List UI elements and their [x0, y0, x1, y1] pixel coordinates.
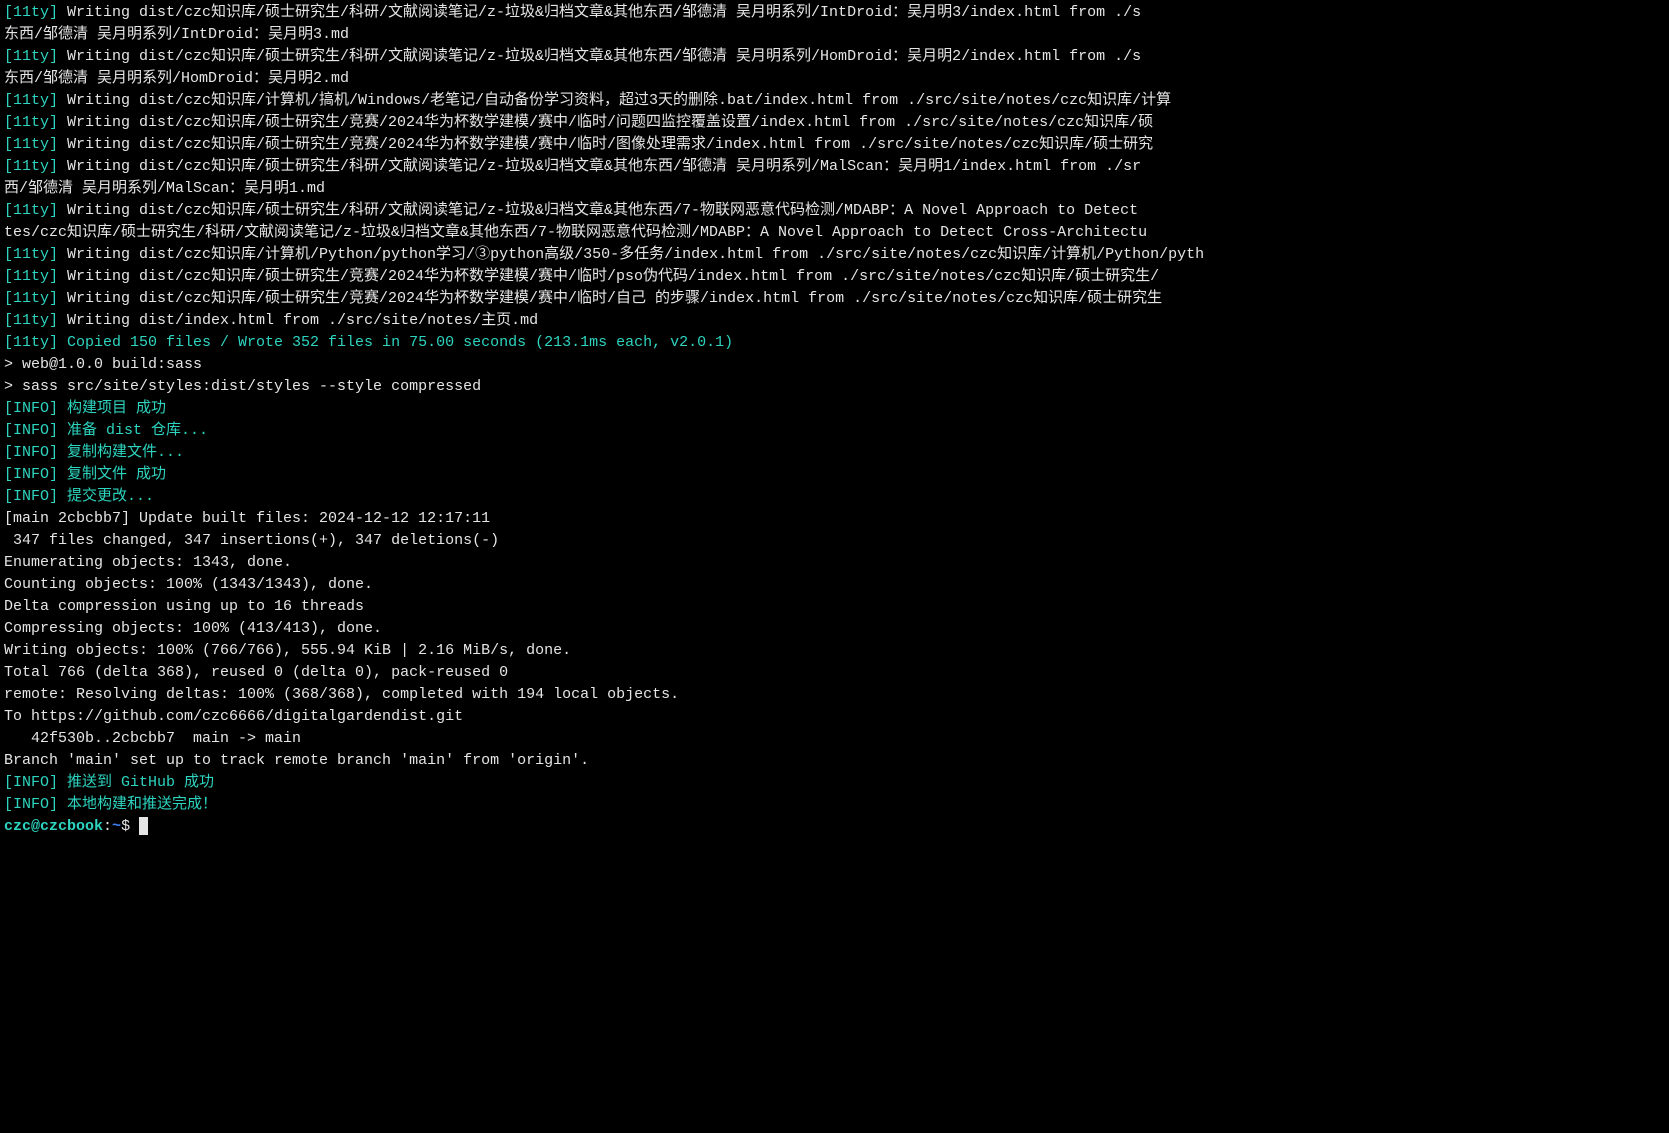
- terminal-segment: tes/czc知识库/硕士研究生/科研/文献阅读笔记/z-垃圾&归档文章&其他东…: [4, 224, 1147, 241]
- terminal-segment: [INFO] 提交更改...: [4, 488, 154, 505]
- terminal-line: Counting objects: 100% (1343/1343), done…: [4, 574, 1665, 596]
- terminal-segment: Compressing objects: 100% (413/413), don…: [4, 620, 382, 637]
- terminal-segment: [11ty]: [4, 268, 67, 285]
- terminal-segment: [11ty]: [4, 202, 67, 219]
- terminal-line: 347 files changed, 347 insertions(+), 34…: [4, 530, 1665, 552]
- terminal-line: [INFO] 复制文件 成功: [4, 464, 1665, 486]
- terminal-line: [INFO] 推送到 GitHub 成功: [4, 772, 1665, 794]
- terminal-segment: > web@1.0.0 build:sass: [4, 356, 202, 373]
- terminal-line: 42f530b..2cbcbb7 main -> main: [4, 728, 1665, 750]
- prompt-user: czc@czcbook: [4, 818, 103, 835]
- terminal-line: [INFO] 构建项目 成功: [4, 398, 1665, 420]
- terminal-line: [11ty] Writing dist/czc知识库/硕士研究生/竞赛/2024…: [4, 134, 1665, 156]
- terminal-segment: [11ty]: [4, 4, 67, 21]
- terminal-output[interactable]: [11ty] Writing dist/czc知识库/硕士研究生/科研/文献阅读…: [0, 0, 1669, 1133]
- terminal-segment: Delta compression using up to 16 threads: [4, 598, 364, 615]
- terminal-segment: [INFO] 准备 dist 仓库...: [4, 422, 208, 439]
- terminal-segment: Writing dist/czc知识库/硕士研究生/竞赛/2024华为杯数学建模…: [67, 268, 1159, 285]
- terminal-line: [11ty] Writing dist/czc知识库/硕士研究生/竞赛/2024…: [4, 266, 1665, 288]
- terminal-segment: remote: Resolving deltas: 100% (368/368)…: [4, 686, 679, 703]
- terminal-segment: Writing dist/czc知识库/硕士研究生/竞赛/2024华为杯数学建模…: [67, 136, 1153, 153]
- terminal-line: > web@1.0.0 build:sass: [4, 354, 1665, 376]
- terminal-line: [11ty] Writing dist/czc知识库/硕士研究生/科研/文献阅读…: [4, 46, 1665, 68]
- terminal-line: remote: Resolving deltas: 100% (368/368)…: [4, 684, 1665, 706]
- terminal-segment: [INFO] 复制构建文件...: [4, 444, 184, 461]
- terminal-line: 东西/邹德清 吴月明系列/IntDroid：吴月明3.md: [4, 24, 1665, 46]
- terminal-line: 西/邹德清 吴月明系列/MalScan：吴月明1.md: [4, 178, 1665, 200]
- terminal-line: [11ty] Writing dist/czc知识库/计算机/Python/py…: [4, 244, 1665, 266]
- terminal-segment: Writing dist/czc知识库/硕士研究生/竞赛/2024华为杯数学建模…: [67, 290, 1162, 307]
- terminal-line: [11ty] Writing dist/czc知识库/硕士研究生/科研/文献阅读…: [4, 2, 1665, 24]
- terminal-segment: [11ty]: [4, 114, 67, 131]
- terminal-segment: [11ty]: [4, 136, 67, 153]
- terminal-segment: Writing dist/czc知识库/硕士研究生/科研/文献阅读笔记/z-垃圾…: [67, 202, 1147, 219]
- terminal-segment: 347 files changed, 347 insertions(+), 34…: [4, 532, 499, 549]
- terminal-line: 东西/邹德清 吴月明系列/HomDroid：吴月明2.md: [4, 68, 1665, 90]
- terminal-line: > sass src/site/styles:dist/styles --sty…: [4, 376, 1665, 398]
- terminal-segment: Writing dist/czc知识库/计算机/搞机/Windows/老笔记/自…: [67, 92, 1171, 109]
- terminal-segment: 东西/邹德清 吴月明系列/IntDroid：吴月明3.md: [4, 26, 349, 43]
- terminal-segment: [11ty]: [4, 92, 67, 109]
- terminal-segment: Writing dist/czc知识库/硕士研究生/科研/文献阅读笔记/z-垃圾…: [67, 158, 1141, 175]
- terminal-line: Total 766 (delta 368), reused 0 (delta 0…: [4, 662, 1665, 684]
- terminal-line: Enumerating objects: 1343, done.: [4, 552, 1665, 574]
- terminal-line: [11ty] Writing dist/czc知识库/硕士研究生/科研/文献阅读…: [4, 156, 1665, 178]
- terminal-segment: [INFO] 构建项目 成功: [4, 400, 166, 417]
- terminal-segment: Writing objects: 100% (766/766), 555.94 …: [4, 642, 571, 659]
- terminal-segment: Enumerating objects: 1343, done.: [4, 554, 292, 571]
- terminal-line: [INFO] 准备 dist 仓库...: [4, 420, 1665, 442]
- terminal-segment: 42f530b..2cbcbb7 main -> main: [4, 730, 301, 747]
- terminal-segment: [11ty]: [4, 246, 67, 263]
- terminal-line: [11ty] Writing dist/czc知识库/硕士研究生/科研/文献阅读…: [4, 200, 1665, 222]
- terminal-line: tes/czc知识库/硕士研究生/科研/文献阅读笔记/z-垃圾&归档文章&其他东…: [4, 222, 1665, 244]
- terminal-segment: [INFO] 推送到 GitHub 成功: [4, 774, 214, 791]
- terminal-segment: [11ty]: [4, 290, 67, 307]
- terminal-segment: Writing dist/index.html from ./src/site/…: [67, 312, 538, 329]
- terminal-line: Compressing objects: 100% (413/413), don…: [4, 618, 1665, 640]
- terminal-line: Branch 'main' set up to track remote bra…: [4, 750, 1665, 772]
- terminal-segment: To https://github.com/czc6666/digitalgar…: [4, 708, 463, 725]
- prompt-line[interactable]: czc@czcbook:~$: [4, 816, 1665, 838]
- terminal-segment: [INFO] 本地构建和推送完成！: [4, 796, 217, 813]
- prompt-separator: :: [103, 818, 112, 835]
- terminal-segment: > sass src/site/styles:dist/styles --sty…: [4, 378, 481, 395]
- terminal-segment: Writing dist/czc知识库/计算机/Python/python学习/…: [67, 246, 1204, 263]
- terminal-line: [11ty] Writing dist/czc知识库/硕士研究生/竞赛/2024…: [4, 288, 1665, 310]
- terminal-segment: 东西/邹德清 吴月明系列/HomDroid：吴月明2.md: [4, 70, 349, 87]
- terminal-segment: Writing dist/czc知识库/硕士研究生/科研/文献阅读笔记/z-垃圾…: [67, 4, 1141, 21]
- terminal-segment: [INFO] 复制文件 成功: [4, 466, 166, 483]
- terminal-segment: [11ty]: [4, 312, 67, 329]
- terminal-line: [INFO] 本地构建和推送完成！: [4, 794, 1665, 816]
- terminal-segment: 西/邹德清 吴月明系列/MalScan：吴月明1.md: [4, 180, 325, 197]
- terminal-line: [11ty] Writing dist/index.html from ./sr…: [4, 310, 1665, 332]
- terminal-line: [INFO] 复制构建文件...: [4, 442, 1665, 464]
- prompt-dollar: $: [121, 818, 139, 835]
- terminal-segment: Counting objects: 100% (1343/1343), done…: [4, 576, 373, 593]
- terminal-line: [11ty] Copied 150 files / Wrote 352 file…: [4, 332, 1665, 354]
- terminal-line: [11ty] Writing dist/czc知识库/硕士研究生/竞赛/2024…: [4, 112, 1665, 134]
- terminal-segment: Total 766 (delta 368), reused 0 (delta 0…: [4, 664, 508, 681]
- terminal-segment: [11ty] Copied 150 files / Wrote 352 file…: [4, 334, 733, 351]
- terminal-segment: Writing dist/czc知识库/硕士研究生/竞赛/2024华为杯数学建模…: [67, 114, 1153, 131]
- terminal-segment: [11ty]: [4, 158, 67, 175]
- terminal-segment: Writing dist/czc知识库/硕士研究生/科研/文献阅读笔记/z-垃圾…: [67, 48, 1141, 65]
- terminal-line: Writing objects: 100% (766/766), 555.94 …: [4, 640, 1665, 662]
- terminal-line: To https://github.com/czc6666/digitalgar…: [4, 706, 1665, 728]
- prompt-path: ~: [112, 818, 121, 835]
- terminal-line: [11ty] Writing dist/czc知识库/计算机/搞机/Window…: [4, 90, 1665, 112]
- terminal-segment: [11ty]: [4, 48, 67, 65]
- terminal-segment: Branch 'main' set up to track remote bra…: [4, 752, 589, 769]
- terminal-line: Delta compression using up to 16 threads: [4, 596, 1665, 618]
- terminal-line: [INFO] 提交更改...: [4, 486, 1665, 508]
- terminal-segment: [main 2cbcbb7] Update built files: 2024-…: [4, 510, 490, 527]
- terminal-line: [main 2cbcbb7] Update built files: 2024-…: [4, 508, 1665, 530]
- cursor: [139, 817, 148, 835]
